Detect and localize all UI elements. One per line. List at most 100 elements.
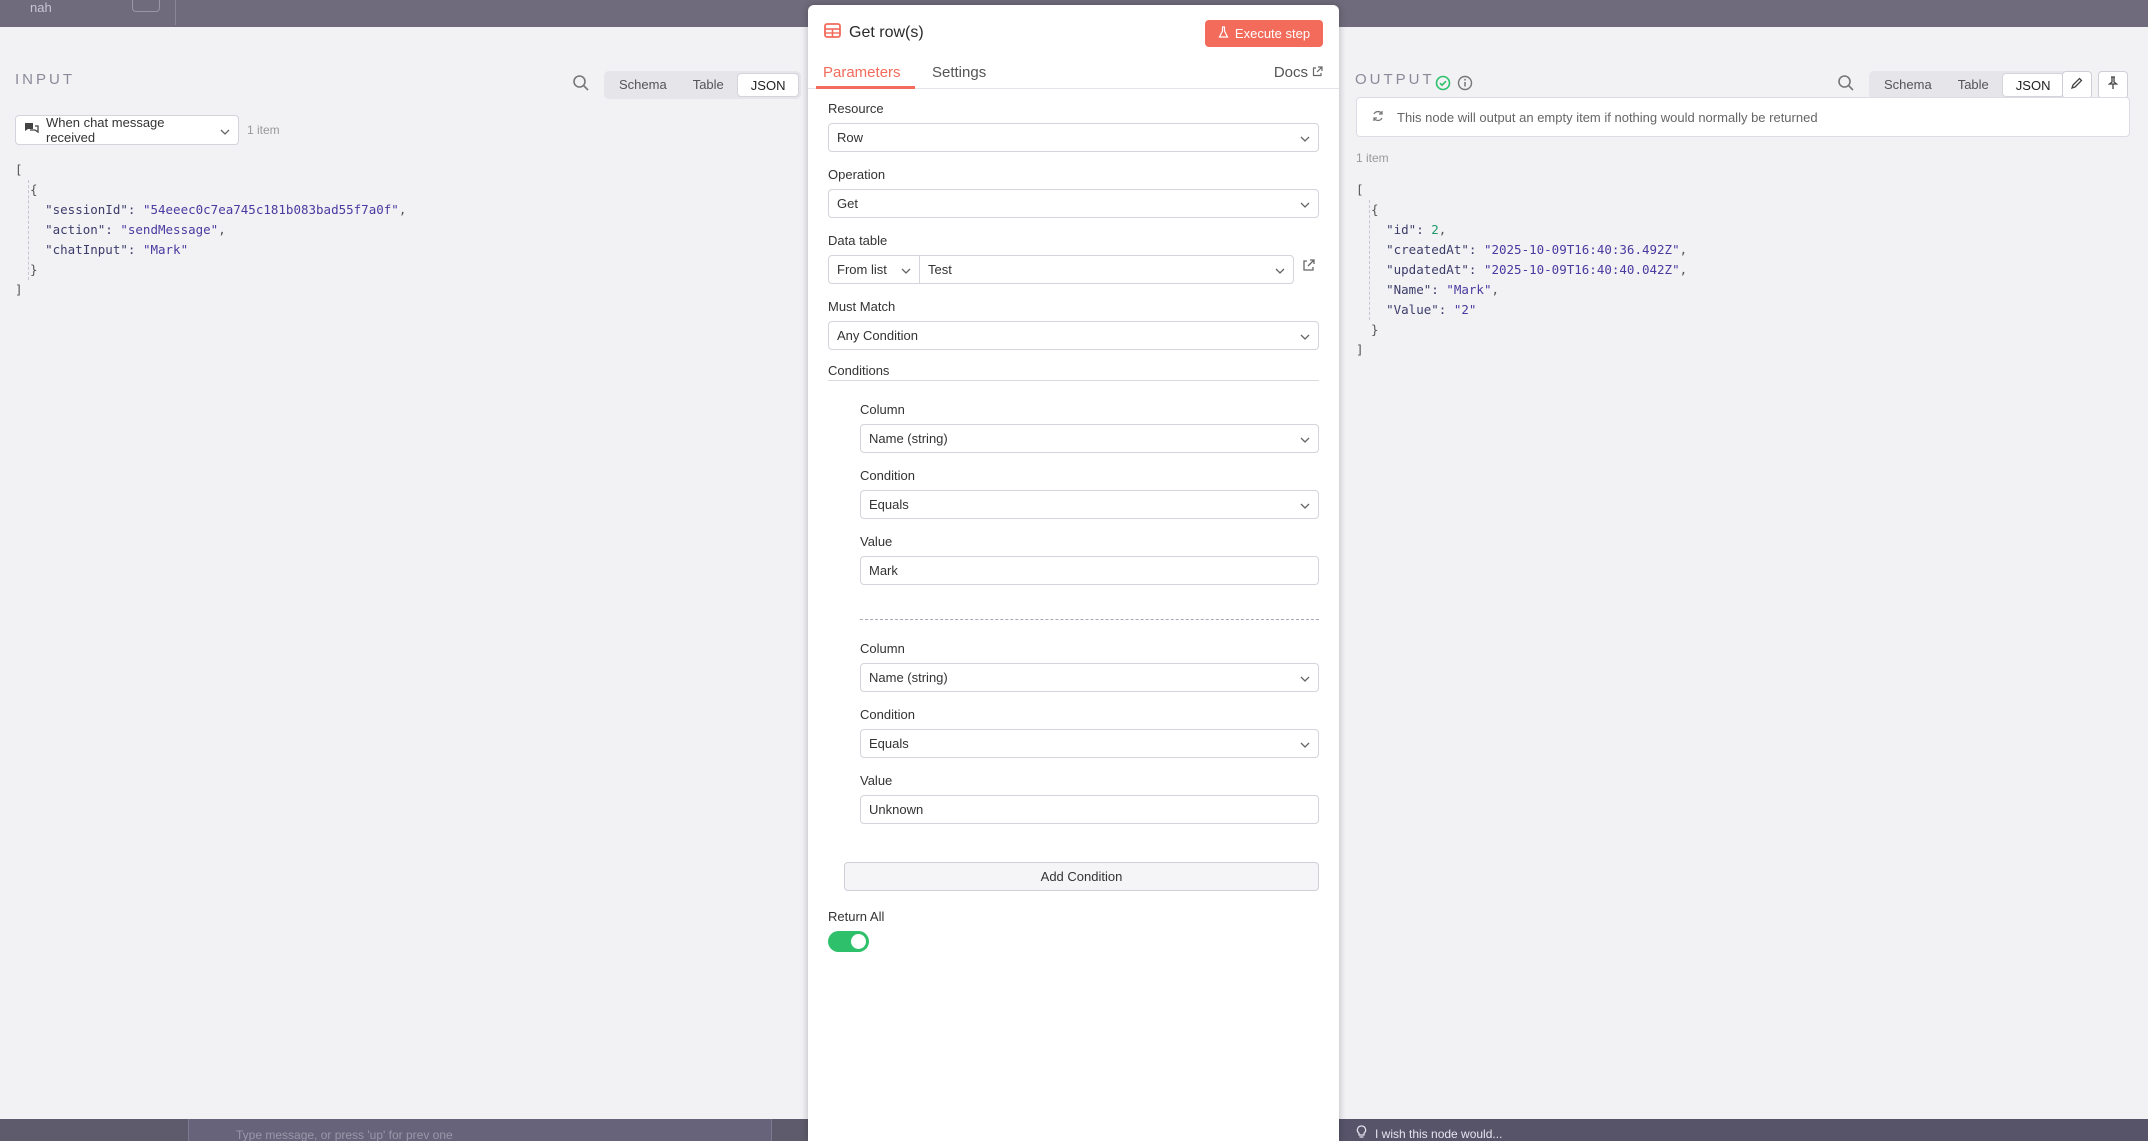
table-icon <box>824 23 841 43</box>
operation-label: Operation <box>828 167 886 182</box>
output-view-switch: Schema Table JSON <box>1869 71 2067 99</box>
data-table-label: Data table <box>828 233 888 248</box>
chevron-down-icon <box>1300 670 1310 685</box>
search-icon[interactable] <box>1837 74 1857 94</box>
resource-label: Resource <box>828 101 884 116</box>
input-view-switch: Schema Table JSON <box>604 71 802 99</box>
resource-select[interactable]: Row <box>828 123 1319 152</box>
return-all-toggle[interactable] <box>828 931 869 952</box>
input-view-table[interactable]: Table <box>680 73 737 97</box>
output-view-json[interactable]: JSON <box>2001 73 2065 97</box>
must-match-select[interactable]: Any Condition <box>828 321 1319 350</box>
json-row: "createdAt": "2025-10-09T16:40:36.492Z", <box>1356 242 1688 257</box>
modal-title: Get row(s) <box>824 23 924 43</box>
return-all-label: Return All <box>828 909 885 924</box>
edit-output-button[interactable] <box>2062 71 2092 99</box>
info-icon[interactable] <box>1457 75 1473 96</box>
flask-icon <box>1218 26 1229 41</box>
external-link-icon <box>1312 64 1323 81</box>
input-panel: INPUT Schema Table JSON When chat messag… <box>0 27 808 1119</box>
background-divider <box>175 0 176 25</box>
notice-text: This node will output an empty item if n… <box>1397 109 1818 125</box>
chevron-down-icon <box>901 262 911 277</box>
background-node-fragment: nah <box>30 0 52 15</box>
chevron-down-icon <box>1300 328 1310 343</box>
success-check-icon <box>1435 75 1451 96</box>
condition-2-value-label: Value <box>860 773 893 788</box>
condition-2-value-input[interactable]: Unknown <box>860 795 1319 824</box>
condition-1-column-select[interactable]: Name (string) <box>860 424 1319 453</box>
execute-step-button[interactable]: Execute step <box>1205 20 1323 47</box>
chevron-down-icon <box>1300 497 1310 512</box>
json-bracket-open: [ <box>15 162 23 177</box>
condition-separator <box>860 619 1319 620</box>
output-view-table[interactable]: Table <box>1945 73 2002 97</box>
toggle-knob <box>851 934 866 949</box>
json-brace-open: { <box>15 182 38 197</box>
input-view-schema[interactable]: Schema <box>606 73 680 97</box>
condition-2-operator-select[interactable]: Equals <box>860 729 1319 758</box>
condition-1-operator-select[interactable]: Equals <box>860 490 1319 519</box>
input-json-view: [ { "sessionId": "54eeec0c7ea745c181b083… <box>15 160 406 300</box>
condition-2-column-select[interactable]: Name (string) <box>860 663 1319 692</box>
condition-1-value-label: Value <box>860 534 893 549</box>
execute-step-label: Execute step <box>1234 26 1311 41</box>
pencil-icon <box>2070 76 2084 95</box>
background-button-fragment <box>132 0 160 12</box>
pin-icon <box>2106 75 2120 95</box>
chevron-down-icon <box>1300 431 1310 446</box>
condition-1-value-input[interactable]: Mark <box>860 556 1319 585</box>
json-row: "sessionId": "54eeec0c7ea745c181b083bad5… <box>15 202 407 217</box>
active-tab-indicator <box>816 86 915 89</box>
json-brace-open: { <box>1356 202 1379 217</box>
node-parameters-modal: Get row(s) Execute step Parameters Setti… <box>808 5 1339 1141</box>
chevron-down-icon <box>1300 736 1310 751</box>
json-row: "action": "sendMessage", <box>15 222 226 237</box>
search-icon[interactable] <box>572 74 592 94</box>
chevron-down-icon <box>1275 262 1285 277</box>
operation-select[interactable]: Get <box>828 189 1319 218</box>
lightbulb-icon <box>1356 1125 1367 1141</box>
json-row: "updatedAt": "2025-10-09T16:40:40.042Z", <box>1356 262 1688 277</box>
feedback-link[interactable]: I wish this node would... <box>1356 1125 1502 1141</box>
chevron-down-icon <box>1300 196 1310 211</box>
json-row: "id": 2, <box>1356 222 1447 237</box>
must-match-label: Must Match <box>828 299 896 314</box>
json-row: "Name": "Mark", <box>1356 282 1499 297</box>
chevron-down-icon <box>1300 130 1310 145</box>
input-panel-title: INPUT <box>15 71 75 88</box>
json-row: "chatInput": "Mark" <box>15 242 189 257</box>
data-table-select[interactable]: Test <box>919 255 1294 284</box>
condition-2-column-label: Column <box>860 641 905 656</box>
add-condition-button[interactable]: Add Condition <box>844 862 1319 891</box>
input-view-json[interactable]: JSON <box>736 73 800 97</box>
json-bracket-open: [ <box>1356 182 1364 197</box>
output-view-schema[interactable]: Schema <box>1871 73 1945 97</box>
json-bracket-close: ] <box>15 282 23 297</box>
chat-placeholder: Type message, or press 'up' for prev one <box>236 1128 453 1141</box>
conditions-label: Conditions <box>828 363 890 378</box>
json-row: "Value": "2" <box>1356 302 1477 317</box>
conditions-divider <box>828 380 1319 381</box>
json-bracket-close: ] <box>1356 342 1364 357</box>
docs-link[interactable]: Docs <box>1274 64 1323 81</box>
empty-output-notice: This node will output an empty item if n… <box>1356 97 2130 137</box>
condition-1-condition-label: Condition <box>860 468 915 483</box>
open-table-external-icon[interactable] <box>1302 258 1316 277</box>
chevron-down-icon <box>220 123 230 138</box>
pin-output-button[interactable] <box>2098 71 2128 99</box>
json-brace-close: } <box>1356 322 1379 337</box>
modal-title-text: Get row(s) <box>849 24 924 41</box>
loop-icon <box>1371 109 1385 126</box>
tab-parameters[interactable]: Parameters <box>823 64 901 81</box>
input-item-count: 1 item <box>247 123 280 137</box>
input-node-label: When chat message received <box>46 115 165 145</box>
tab-settings[interactable]: Settings <box>932 64 986 81</box>
output-item-count: 1 item <box>1356 151 1389 165</box>
data-table-mode-select[interactable]: From list <box>828 255 920 284</box>
modal-tabs: Parameters Settings Docs <box>808 57 1339 89</box>
input-node-select[interactable]: When chat message received <box>15 115 239 145</box>
feedback-label: I wish this node would... <box>1375 1126 1503 1141</box>
json-brace-close: } <box>15 262 38 277</box>
output-json-view: [ { "id": 2, "createdAt": "2025-10-09T16… <box>1356 180 1687 360</box>
